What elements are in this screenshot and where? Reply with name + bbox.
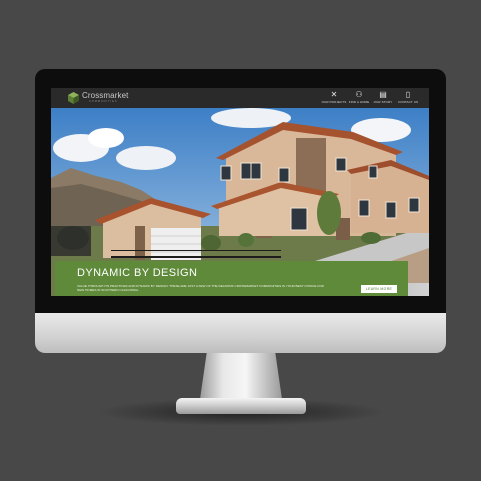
nav-contact-us[interactable]: ▯ CONTACT US [393, 90, 423, 107]
cube-logo-icon[interactable] [68, 92, 79, 104]
brand-tagline: COMMUNITIES [89, 100, 118, 103]
monitor-stand-base [176, 398, 306, 414]
site-header: Crossmarket COMMUNITIES ✕ OUR PROJECTS ⚇… [51, 88, 429, 108]
website-screen: Crossmarket COMMUNITIES ✕ OUR PROJECTS ⚇… [51, 88, 429, 296]
monitor: Crossmarket COMMUNITIES ✕ OUR PROJECTS ⚇… [35, 69, 446, 353]
brand-name[interactable]: Crossmarket [82, 91, 128, 100]
hero-description: VALUE THROUGH ITS PRACTICES AND DYNAMIC … [77, 284, 324, 293]
learn-more-button[interactable]: LEARN MORE [361, 285, 397, 293]
hero-title: DYNAMIC BY DESIGN [77, 267, 198, 279]
phone-icon: ▯ [405, 90, 411, 99]
monitor-chin [35, 313, 446, 353]
nav-label: CONTACT US [397, 100, 419, 104]
monitor-stand [199, 352, 283, 402]
